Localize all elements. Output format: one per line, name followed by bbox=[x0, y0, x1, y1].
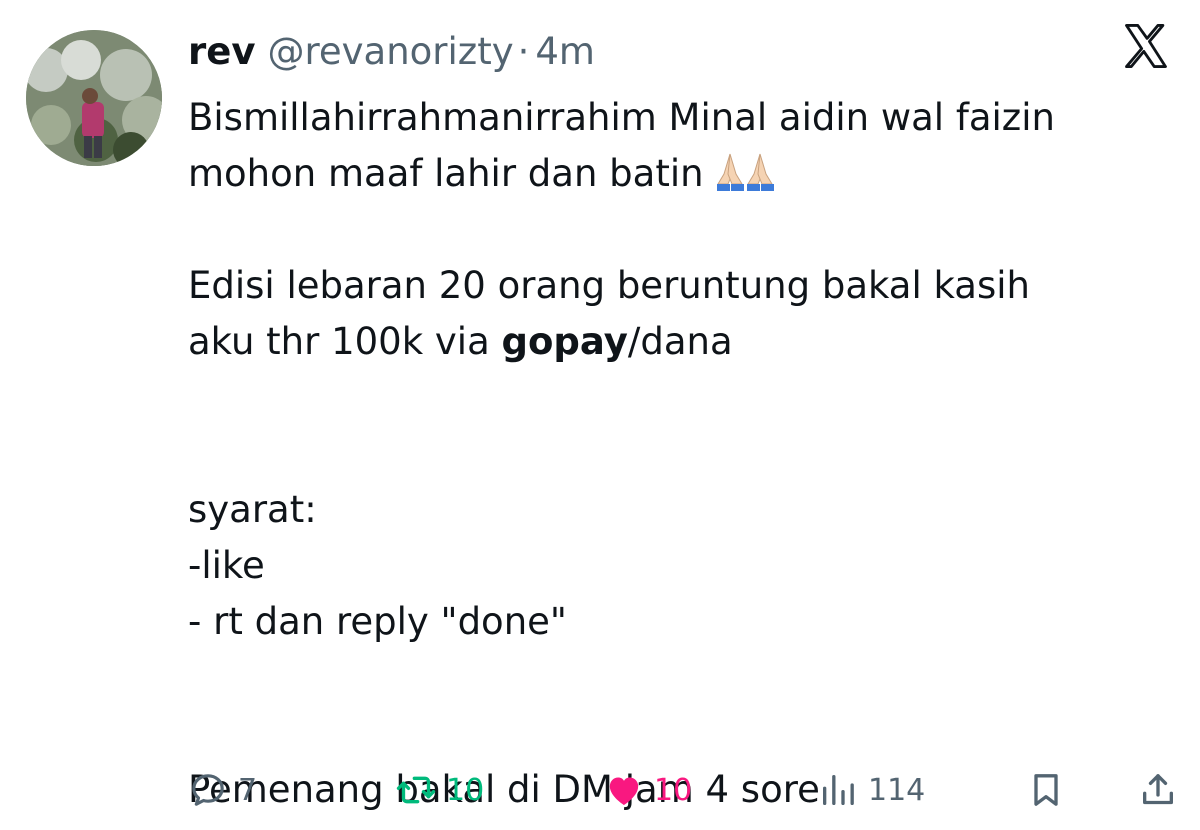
heart-icon bbox=[609, 777, 639, 805]
views-icon bbox=[823, 775, 854, 805]
tweet-text: Bismillahirrahmanirrahim Minal aidin wal… bbox=[188, 90, 1178, 818]
tweet-line-mixed: aku thr 100k via gopay/dana bbox=[188, 314, 1178, 370]
share-button[interactable] bbox=[1138, 764, 1188, 816]
avatar[interactable] bbox=[26, 30, 162, 166]
user-handle[interactable]: @revanorizty bbox=[267, 30, 513, 73]
views-count: 114 bbox=[868, 772, 926, 808]
share-icon bbox=[1143, 774, 1173, 805]
retweet-icon bbox=[396, 776, 436, 804]
tweet-line-text: mohon maaf lahir dan batin bbox=[188, 152, 704, 195]
views-button[interactable]: 114 bbox=[818, 764, 925, 816]
reply-icon bbox=[192, 774, 224, 806]
tweet-line-prefix: aku thr 100k via bbox=[188, 320, 502, 363]
folded-hands-emoji bbox=[716, 153, 774, 191]
bold-keyword: gopay bbox=[501, 320, 628, 363]
reply-button[interactable]: 7 bbox=[188, 764, 257, 816]
bookmark-button[interactable] bbox=[1026, 764, 1076, 816]
action-bar: 7 10 10 114 bbox=[188, 764, 1178, 816]
tweet-line: -like bbox=[188, 544, 265, 587]
tweet-line: syarat: bbox=[188, 488, 317, 531]
reply-count: 7 bbox=[238, 772, 258, 808]
retweet-count: 10 bbox=[446, 772, 485, 808]
retweet-button[interactable]: 10 bbox=[396, 764, 484, 816]
display-name[interactable]: rev bbox=[188, 30, 255, 73]
tweet-line: Edisi lebaran 20 orang beruntung bakal k… bbox=[188, 264, 1030, 307]
x-logo-icon[interactable] bbox=[1120, 20, 1172, 72]
tweet-header: rev @revanorizty · 4m bbox=[188, 30, 595, 76]
timestamp[interactable]: 4m bbox=[535, 30, 595, 73]
tweet-line-suffix: /dana bbox=[627, 320, 733, 363]
bookmark-icon bbox=[1034, 774, 1058, 806]
like-button[interactable]: 10 bbox=[604, 764, 692, 816]
tweet-line: Bismillahirrahmanirrahim Minal aidin wal… bbox=[188, 96, 1055, 139]
separator: · bbox=[517, 30, 530, 73]
tweet-line: - rt dan reply "done" bbox=[188, 600, 567, 643]
tweet-line-with-emoji: mohon maaf lahir dan batin bbox=[188, 146, 1178, 202]
like-count: 10 bbox=[654, 772, 693, 808]
avatar-photo bbox=[26, 30, 162, 166]
